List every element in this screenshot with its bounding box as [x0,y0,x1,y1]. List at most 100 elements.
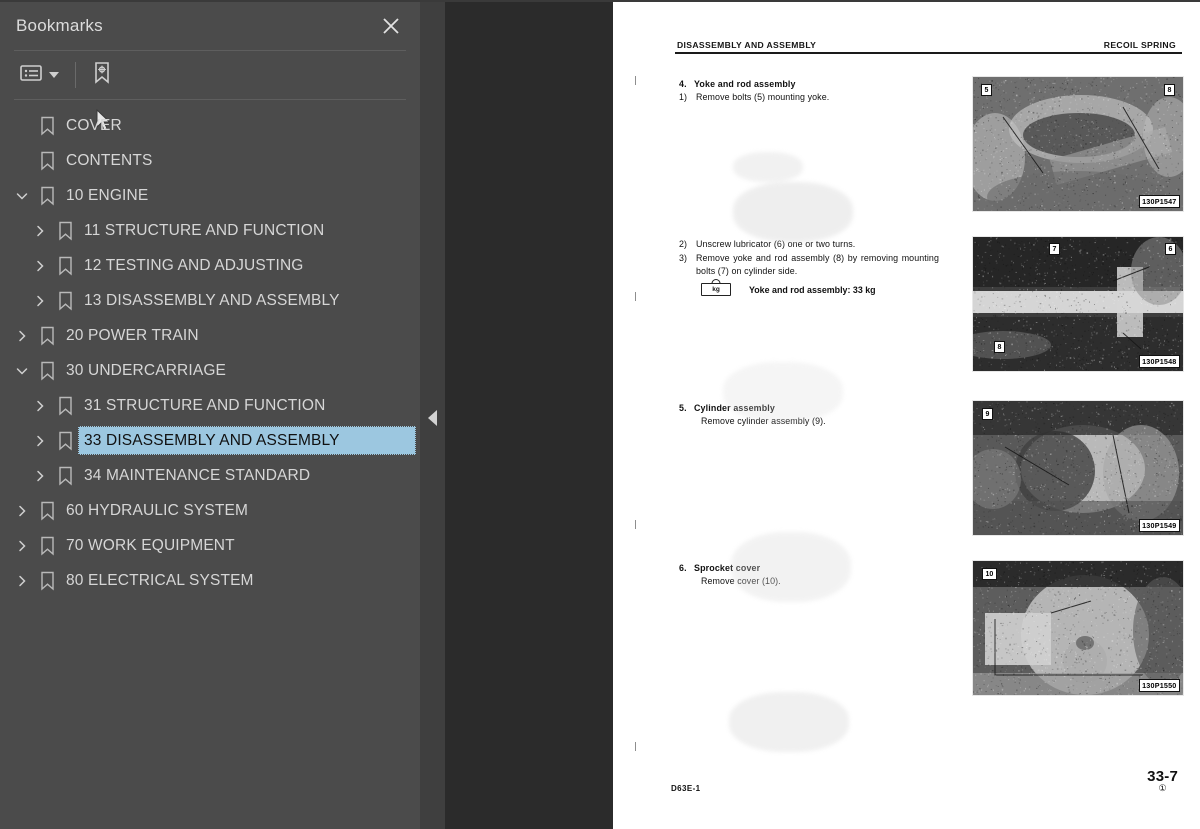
new-bookmark-button[interactable] [88,58,118,93]
collapse-left-arrow-icon[interactable] [428,410,437,426]
bookmark-item[interactable]: 30 UNDERCARRIAGE [0,353,420,388]
chevron-right-icon[interactable] [28,388,52,423]
bookmark-label: 60 HYDRAULIC SYSTEM [66,501,249,519]
bookmark-item[interactable]: CONTENTS [0,143,420,178]
bookmark-label: COVER [66,116,122,134]
list-options-button[interactable] [16,61,63,90]
weight-unit-label: kg [712,286,720,294]
procedure-text: 4. Yoke and rod assembly 1) Remove bolts (5… [671,76,939,104]
bookmark-label: 10 ENGINE [66,186,149,204]
figure-callout: 6 [1165,243,1176,256]
bookmark-icon [34,528,60,563]
page-footer: D63E-1 33-7 ① [671,768,1178,793]
bookmark-icon [34,318,60,353]
pdf-page: DISASSEMBLY AND ASSEMBLY RECOIL SPRING 4… [613,2,1200,829]
bookmark-icon [34,353,60,388]
bookmark-item[interactable]: 13 DISASSEMBLY AND ASSEMBLY [0,283,420,318]
scan-artifact [733,182,853,242]
page-header: DISASSEMBLY AND ASSEMBLY RECOIL SPRING [671,40,1184,52]
bookmark-icon [34,108,60,143]
bookmark-item[interactable]: 20 POWER TRAIN [0,318,420,353]
chevron-down-icon[interactable] [10,178,34,213]
chevron-right-icon[interactable] [28,248,52,283]
bookmark-icon [34,143,60,178]
bookmark-label: 13 DISASSEMBLY AND ASSEMBLY [84,291,340,309]
figure-container: 9 130P1549 [939,400,1184,537]
bookmark-item[interactable]: 31 STRUCTURE AND FUNCTION [0,388,420,423]
line-marker: 3) [679,252,688,263]
bookmark-item[interactable]: COVER [0,108,420,143]
procedure-line: 1) Remove bolts (5) mounting yoke. [679,91,939,104]
figure-container: 5 8 130P1547 [939,76,1184,213]
page-mark: ① [1158,783,1167,793]
figure-callout: 7 [1049,243,1060,256]
weight-symbol-icon: kg [701,279,731,297]
hook-icon [711,279,721,285]
line-marker: 1) [679,92,688,103]
bookmark-item[interactable]: 33 DISASSEMBLY AND ASSEMBLY [0,423,420,458]
bookmark-label: 11 STRUCTURE AND FUNCTION [84,221,325,239]
line-marker: 2) [679,239,688,250]
line-text: Remove yoke and rod assembly (8) by remo… [696,252,939,277]
figure-caption: 130P1550 [1138,679,1180,693]
bookmark-icon [52,388,78,423]
document-code: D63E-1 [671,784,701,793]
bookmark-item[interactable]: 34 MAINTENANCE STANDARD [0,458,420,493]
figure-photo: 7 6 8 130P1548 [972,236,1184,373]
bookmark-item[interactable]: 10 ENGINE [0,178,420,213]
figure-callout: 8 [1164,84,1175,97]
bookmark-icon [52,213,78,248]
margin-tick [635,76,636,85]
chevron-right-icon[interactable] [10,493,34,528]
line-text: Unscrew lubricator (6) one or two turns. [696,239,856,250]
bookmark-icon [52,248,78,283]
header-right-text: RECOIL SPRING [1103,40,1176,50]
chevron-right-icon[interactable] [28,423,52,458]
figure-container: 10 130P1550 [939,560,1184,697]
toolbar-separator [75,62,76,88]
bookmarks-panel-header: Bookmarks [0,2,420,50]
margin-tick [635,742,636,751]
weight-text: Yoke and rod assembly: 33 kg [749,284,876,295]
chevron-right-icon[interactable] [28,458,52,493]
bookmark-icon [52,423,78,458]
bookmark-label: 33 DISASSEMBLY AND ASSEMBLY [84,431,340,449]
chevron-down-icon[interactable] [10,353,34,388]
chevron-right-icon[interactable] [10,528,34,563]
line-text: Remove cylinder assembly (9). [701,416,826,427]
figure-caption: 130P1548 [1138,355,1180,369]
bookmark-label: 30 UNDERCARRIAGE [66,361,227,379]
bookmark-item[interactable]: 11 STRUCTURE AND FUNCTION [0,213,420,248]
bookmark-label: 20 POWER TRAIN [66,326,199,344]
procedure-block: 2) Unscrew lubricator (6) one or two turn… [671,236,1184,373]
figure-callout: 9 [982,408,993,421]
line-text: Remove bolts (5) mounting yoke. [696,92,830,103]
chevron-right-icon[interactable] [10,318,34,353]
bookmark-item[interactable]: 12 TESTING AND ADJUSTING [0,248,420,283]
bookmark-label: 34 MAINTENANCE STANDARD [84,466,311,484]
bookmark-tree[interactable]: COVER CONTENTS 10 ENGINE 11 STRUCTURE AND F… [0,100,420,829]
step-number: 5. [679,403,687,414]
pdf-page-viewer[interactable]: DISASSEMBLY AND ASSEMBLY RECOIL SPRING 4… [445,0,1200,829]
new-bookmark-icon [92,61,114,90]
page-number-group: 33-7 ① [1147,768,1178,793]
twisty-placeholder [10,143,34,178]
bookmark-label: CONTENTS [66,151,153,169]
bookmark-label: 80 ELECTRICAL SYSTEM [66,571,254,589]
bookmark-item[interactable]: 80 ELECTRICAL SYSTEM [0,563,420,598]
procedure-text: 2) Unscrew lubricator (6) one or two turn… [671,236,939,297]
figure-callout: 5 [981,84,992,97]
chevron-right-icon[interactable] [28,283,52,318]
panel-title: Bookmarks [16,16,103,35]
chevron-right-icon[interactable] [10,563,34,598]
twisty-placeholder [10,108,34,143]
close-icon[interactable] [380,15,402,37]
figure-caption: 130P1549 [1138,519,1180,533]
bookmark-icon [34,178,60,213]
pdf-reader-window: Bookmarks COVER CONTENTS 10 ENGINE 11 ST… [0,0,1200,829]
sidebar-splitter[interactable] [420,0,445,829]
bookmark-item[interactable]: 60 HYDRAULIC SYSTEM [0,493,420,528]
chevron-right-icon[interactable] [28,213,52,248]
figure-callout: 8 [994,341,1005,354]
bookmark-item[interactable]: 70 WORK EQUIPMENT [0,528,420,563]
